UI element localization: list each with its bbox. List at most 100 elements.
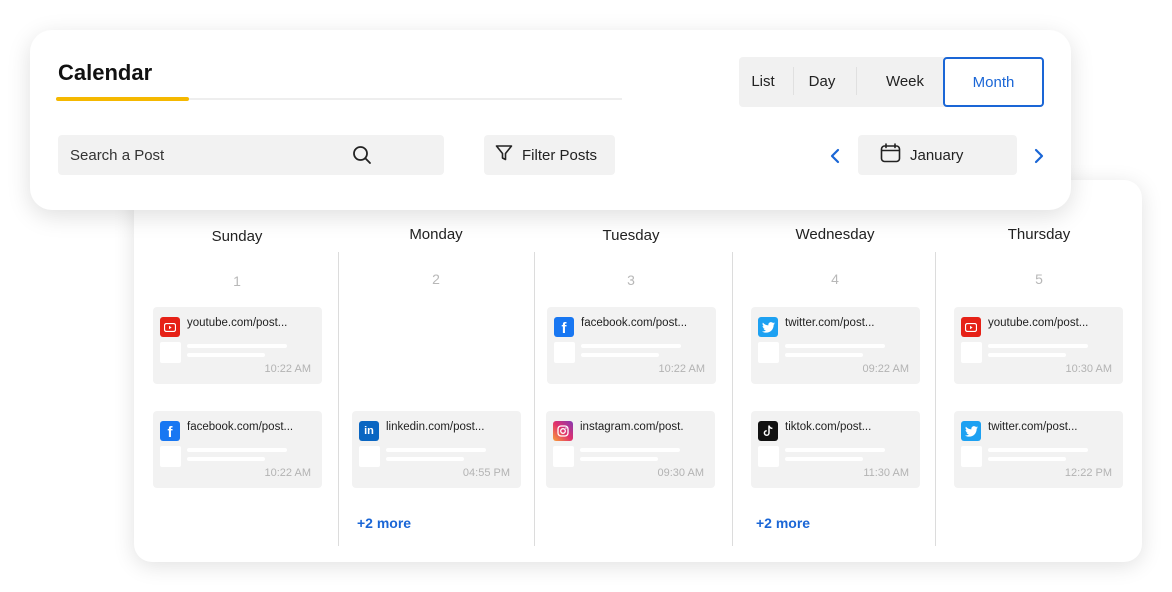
placeholder-line [187, 457, 265, 461]
post-card[interactable]: tiktok.com/post... 11:30 AM [751, 411, 920, 488]
post-card[interactable]: f facebook.com/post... 10:22 AM [153, 411, 322, 488]
post-url: youtube.com/post... [187, 317, 288, 329]
day-column-monday: Monday 2 in linkedin.com/post... 04:55 P… [351, 180, 521, 562]
previous-month-button[interactable] [827, 146, 843, 166]
post-thumbnail [758, 446, 779, 467]
post-url: twitter.com/post... [785, 317, 875, 329]
post-card[interactable]: twitter.com/post... 12:22 PM [954, 411, 1123, 488]
post-thumbnail [359, 446, 380, 467]
post-card[interactable]: youtube.com/post... 10:22 AM [153, 307, 322, 384]
placeholder-line [386, 448, 486, 452]
day-number[interactable]: 3 [546, 272, 716, 288]
placeholder-line [785, 344, 885, 348]
next-month-button[interactable] [1031, 146, 1047, 166]
placeholder-line [988, 344, 1088, 348]
placeholder-line [988, 448, 1088, 452]
page-title: Calendar [58, 60, 153, 85]
day-column-wednesday: Wednesday 4 twitter.com/post... 09:22 AM… [750, 180, 920, 562]
post-time: 11:30 AM [863, 467, 909, 479]
month-label: January [910, 146, 964, 164]
post-time: 10:22 AM [658, 363, 705, 375]
post-card[interactable]: instagram.com/post. 09:30 AM [546, 411, 715, 488]
day-number[interactable]: 2 [351, 271, 521, 287]
post-time: 09:22 AM [862, 363, 909, 375]
post-thumbnail [160, 342, 181, 363]
post-thumbnail [961, 446, 982, 467]
post-url: tiktok.com/post... [785, 421, 872, 433]
placeholder-line [785, 448, 885, 452]
post-thumbnail [758, 342, 779, 363]
day-name: Wednesday [795, 226, 875, 243]
post-thumbnail [160, 446, 181, 467]
view-divider [793, 67, 794, 95]
post-time: 09:30 AM [657, 467, 704, 479]
post-thumbnail [553, 446, 574, 467]
day-number[interactable]: 1 [152, 273, 322, 289]
view-month-button[interactable]: Month [943, 57, 1044, 107]
filter-label: Filter Posts [522, 146, 598, 164]
instagram-icon [553, 421, 573, 441]
search-box [58, 135, 444, 175]
twitter-icon [961, 421, 981, 441]
column-divider [338, 252, 339, 546]
more-posts-link[interactable]: +2 more [357, 515, 411, 531]
column-divider [732, 252, 733, 546]
linkedin-icon: in [359, 421, 379, 441]
view-week-button[interactable]: Week [857, 57, 953, 105]
placeholder-line [988, 353, 1066, 357]
post-card[interactable]: youtube.com/post... 10:30 AM [954, 307, 1123, 384]
post-thumbnail [961, 342, 982, 363]
placeholder-line [785, 353, 863, 357]
day-name: Tuesday [602, 227, 660, 244]
youtube-icon [961, 317, 981, 337]
post-url: facebook.com/post... [581, 317, 688, 329]
placeholder-line [988, 457, 1066, 461]
day-name: Sunday [211, 228, 263, 245]
post-time: 04:55 PM [462, 467, 510, 479]
search-icon[interactable] [352, 145, 372, 170]
post-url: linkedin.com/post... [386, 421, 485, 433]
post-thumbnail [554, 342, 575, 363]
post-time: 10:22 AM [264, 363, 311, 375]
filter-posts-button[interactable]: Filter Posts [484, 135, 615, 175]
calendar-header: Calendar List Day Week Month Filter Post… [30, 30, 1071, 210]
day-number[interactable]: 4 [750, 271, 920, 287]
post-url: instagram.com/post. [580, 421, 684, 433]
day-number[interactable]: 5 [954, 271, 1124, 287]
view-day-button[interactable]: Day [795, 57, 849, 105]
placeholder-line [580, 448, 680, 452]
view-switcher: List Day Week Month [739, 57, 1044, 107]
column-divider [935, 252, 936, 546]
calendar-icon [880, 142, 901, 168]
twitter-icon [758, 317, 778, 337]
post-time: 12:22 PM [1064, 467, 1112, 479]
placeholder-line [187, 448, 287, 452]
placeholder-line [386, 457, 464, 461]
placeholder-line [581, 353, 659, 357]
day-column-thursday: Thursday 5 youtube.com/post... 10:30 AM … [954, 180, 1124, 562]
post-card[interactable]: twitter.com/post... 09:22 AM [751, 307, 920, 384]
placeholder-line [187, 353, 265, 357]
view-list-button[interactable]: List [739, 57, 787, 105]
day-column-sunday: Sunday 1 youtube.com/post... 10:22 AM f … [152, 180, 322, 562]
filter-icon [495, 144, 513, 167]
day-column-tuesday: Tuesday 3 f facebook.com/post... 10:22 A… [546, 180, 716, 562]
post-card[interactable]: in linkedin.com/post... 04:55 PM [352, 411, 521, 488]
title-underline-accent [56, 97, 189, 101]
post-time: 10:30 AM [1065, 363, 1112, 375]
facebook-icon: f [160, 421, 180, 441]
facebook-icon: f [554, 317, 574, 337]
placeholder-line [187, 344, 287, 348]
post-url: twitter.com/post... [988, 421, 1078, 433]
search-input[interactable] [58, 135, 444, 175]
post-url: youtube.com/post... [988, 317, 1089, 329]
month-picker[interactable]: January [858, 135, 1017, 175]
placeholder-line [785, 457, 863, 461]
placeholder-line [580, 457, 658, 461]
more-posts-link[interactable]: +2 more [756, 515, 810, 531]
day-name: Monday [409, 226, 463, 243]
post-card[interactable]: f facebook.com/post... 10:22 AM [547, 307, 716, 384]
column-divider [534, 252, 535, 546]
post-url: facebook.com/post... [187, 421, 294, 433]
tiktok-icon [758, 421, 778, 441]
